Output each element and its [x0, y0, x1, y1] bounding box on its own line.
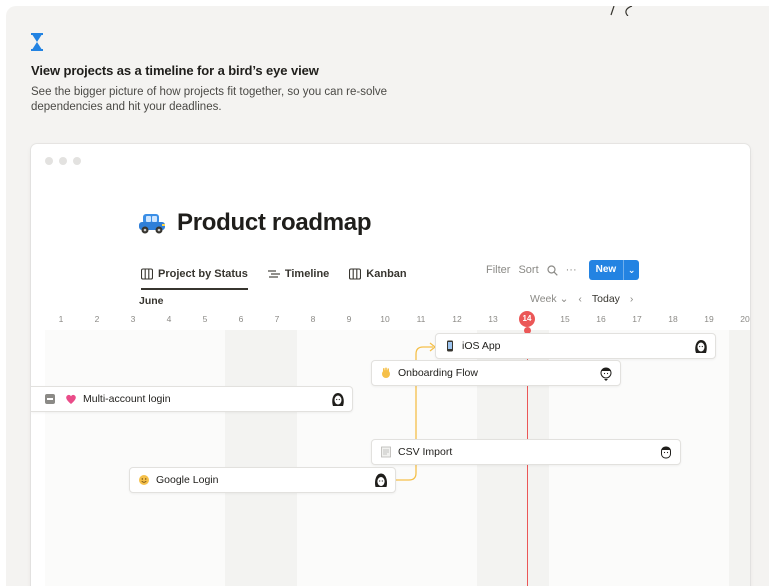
scale-select[interactable]: Week ⌄	[530, 293, 568, 305]
doodle-decoration	[610, 6, 633, 16]
subtext: See the bigger picture of how projects f…	[31, 86, 388, 113]
month-label: June	[139, 295, 164, 307]
chevron-down-icon: ⌄	[559, 293, 569, 305]
tab-label: Project by Status	[158, 268, 248, 280]
new-button[interactable]: New ⌄	[588, 260, 640, 280]
page-icon	[381, 446, 391, 458]
scale-label: Week	[530, 293, 557, 305]
tab-label: Kanban	[366, 268, 407, 280]
avatar[interactable]	[658, 444, 674, 461]
tab-kanban[interactable]: Kanban	[349, 264, 407, 284]
today-marker: 14	[519, 311, 535, 327]
day-label: 1	[58, 314, 64, 324]
project-name: Multi-account login	[83, 393, 171, 405]
filter-button[interactable]: Filter	[486, 264, 510, 276]
project-name: iOS App	[462, 340, 501, 352]
search-button[interactable]	[547, 264, 558, 276]
sort-button[interactable]: Sort	[518, 264, 538, 276]
day-label: 15	[560, 314, 570, 324]
avatar[interactable]	[330, 391, 346, 408]
avatar[interactable]	[373, 472, 389, 489]
car-icon	[139, 214, 165, 234]
project-name: CSV Import	[398, 446, 453, 458]
more-options-button[interactable]: ···	[566, 264, 577, 276]
day-label: 17	[632, 314, 642, 324]
window-close-button[interactable]	[45, 157, 53, 165]
today-button[interactable]: Today	[592, 293, 620, 305]
day-label: 20	[740, 314, 750, 324]
day-label: 11	[416, 314, 426, 324]
window-minimize-button[interactable]	[59, 157, 67, 165]
timeline-icon	[267, 270, 280, 278]
timeline-bar-csv-import[interactable]: CSV Import	[371, 439, 681, 465]
window-controls	[45, 157, 81, 165]
feature-panel: View projects as a timeline for a bird’s…	[6, 6, 769, 586]
view-tabs: Project by Status Timeline Kanban	[141, 264, 407, 290]
tab-project-by-status[interactable]: Project by Status	[141, 264, 248, 290]
app-window: Product roadmap Project by Status Timeli…	[31, 144, 750, 586]
window-maximize-button[interactable]	[73, 157, 81, 165]
day-label: 16	[596, 314, 606, 324]
avatar[interactable]	[598, 365, 614, 382]
search-icon	[547, 264, 558, 276]
day-label: 7	[274, 314, 280, 324]
timeline-bar-multi-account-login[interactable]: Multi-account login	[31, 386, 353, 412]
day-label: 19	[704, 314, 714, 324]
day-label: 13	[488, 314, 498, 324]
smile-icon	[139, 475, 149, 485]
collapse-icon[interactable]	[45, 394, 55, 404]
prev-button[interactable]: ‹	[578, 293, 582, 305]
table-icon	[141, 268, 153, 280]
timeline-bar-onboarding-flow[interactable]: Onboarding Flow	[371, 360, 621, 386]
timeline-bar-ios-app[interactable]: iOS App	[435, 333, 716, 359]
day-label: 8	[310, 314, 316, 324]
board-icon	[349, 268, 362, 280]
page-title: Product roadmap	[177, 209, 372, 236]
day-label: 18	[668, 314, 678, 324]
weekend-column	[729, 330, 750, 586]
weekend-column	[225, 330, 297, 586]
new-button-label: New	[595, 264, 617, 275]
page-header: Product roadmap	[137, 209, 372, 237]
next-button[interactable]: ›	[630, 293, 634, 305]
project-name: Onboarding Flow	[398, 367, 478, 379]
day-label: 3	[130, 314, 136, 324]
timeline-nav: Week ⌄ ‹ Today ›	[530, 293, 633, 305]
phone-icon	[447, 340, 453, 352]
day-header: 1 2 3 4 5 6 7 8 9 10 11 12 13 15 16 17 18 19 20	[31, 314, 750, 328]
tab-label: Timeline	[284, 268, 330, 280]
day-label: 2	[94, 314, 100, 324]
new-dropdown-button[interactable]: ⌄	[623, 260, 639, 280]
day-label: 6	[238, 314, 244, 324]
heart-icon	[66, 394, 76, 404]
day-label: 5	[202, 314, 208, 324]
headline: View projects as a timeline for a bird’s…	[31, 63, 319, 78]
day-label: 4	[166, 314, 172, 324]
day-label: 10	[380, 314, 390, 324]
tab-timeline[interactable]: Timeline	[267, 264, 330, 284]
day-label: 12	[452, 314, 462, 324]
timeline-bar-google-login[interactable]: Google Login	[129, 467, 396, 493]
hourglass-icon	[31, 33, 43, 51]
waving-hand-icon	[382, 367, 390, 378]
database-toolbar: Filter Sort ··· New ⌄	[486, 260, 640, 280]
day-label: 9	[346, 314, 352, 324]
avatar[interactable]	[693, 338, 709, 355]
project-name: Google Login	[156, 474, 219, 486]
